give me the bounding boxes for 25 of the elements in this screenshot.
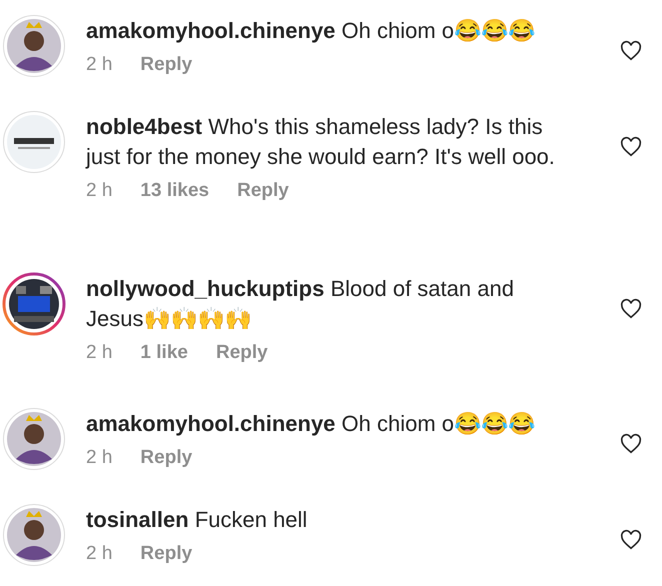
heart-icon[interactable] [620, 40, 642, 62]
reply-button[interactable]: Reply [140, 54, 192, 76]
likes-count[interactable]: 1 like [140, 342, 188, 364]
timestamp: 2 h [86, 180, 112, 202]
comment-text: tosinallen Fucken hell [86, 506, 308, 534]
reply-button[interactable]: Reply [237, 180, 289, 202]
avatar[interactable] [2, 503, 66, 567]
timestamp: 2 h [86, 543, 112, 565]
reply-button[interactable]: Reply [140, 447, 192, 469]
heart-icon[interactable] [620, 298, 642, 320]
reply-button[interactable]: Reply [216, 342, 268, 364]
comment-text: nollywood_huckuptips Blood of satan and Jesus🙌🙌🙌🙌 [86, 275, 515, 333]
likes-count[interactable]: 13 likes [140, 180, 210, 202]
comment-text: amakomyhool.chinenye Oh chiom o😂😂😂 [86, 410, 536, 438]
timestamp: 2 h [86, 54, 112, 76]
comment-text: noble4best Who's this shameless lady? Is this just for the money she would earn? It's well ooo. [86, 113, 556, 171]
timestamp: 2 h [86, 342, 112, 364]
avatar[interactable] [2, 407, 66, 471]
comment-text: amakomyhool.chinenye Oh chiom o😂😂😂 [86, 17, 536, 45]
heart-icon[interactable] [620, 433, 642, 455]
heart-icon[interactable] [620, 529, 642, 551]
timestamp: 2 h [86, 447, 112, 469]
reply-button[interactable]: Reply [140, 543, 192, 565]
avatar[interactable] [2, 14, 66, 78]
heart-icon[interactable] [620, 136, 642, 158]
